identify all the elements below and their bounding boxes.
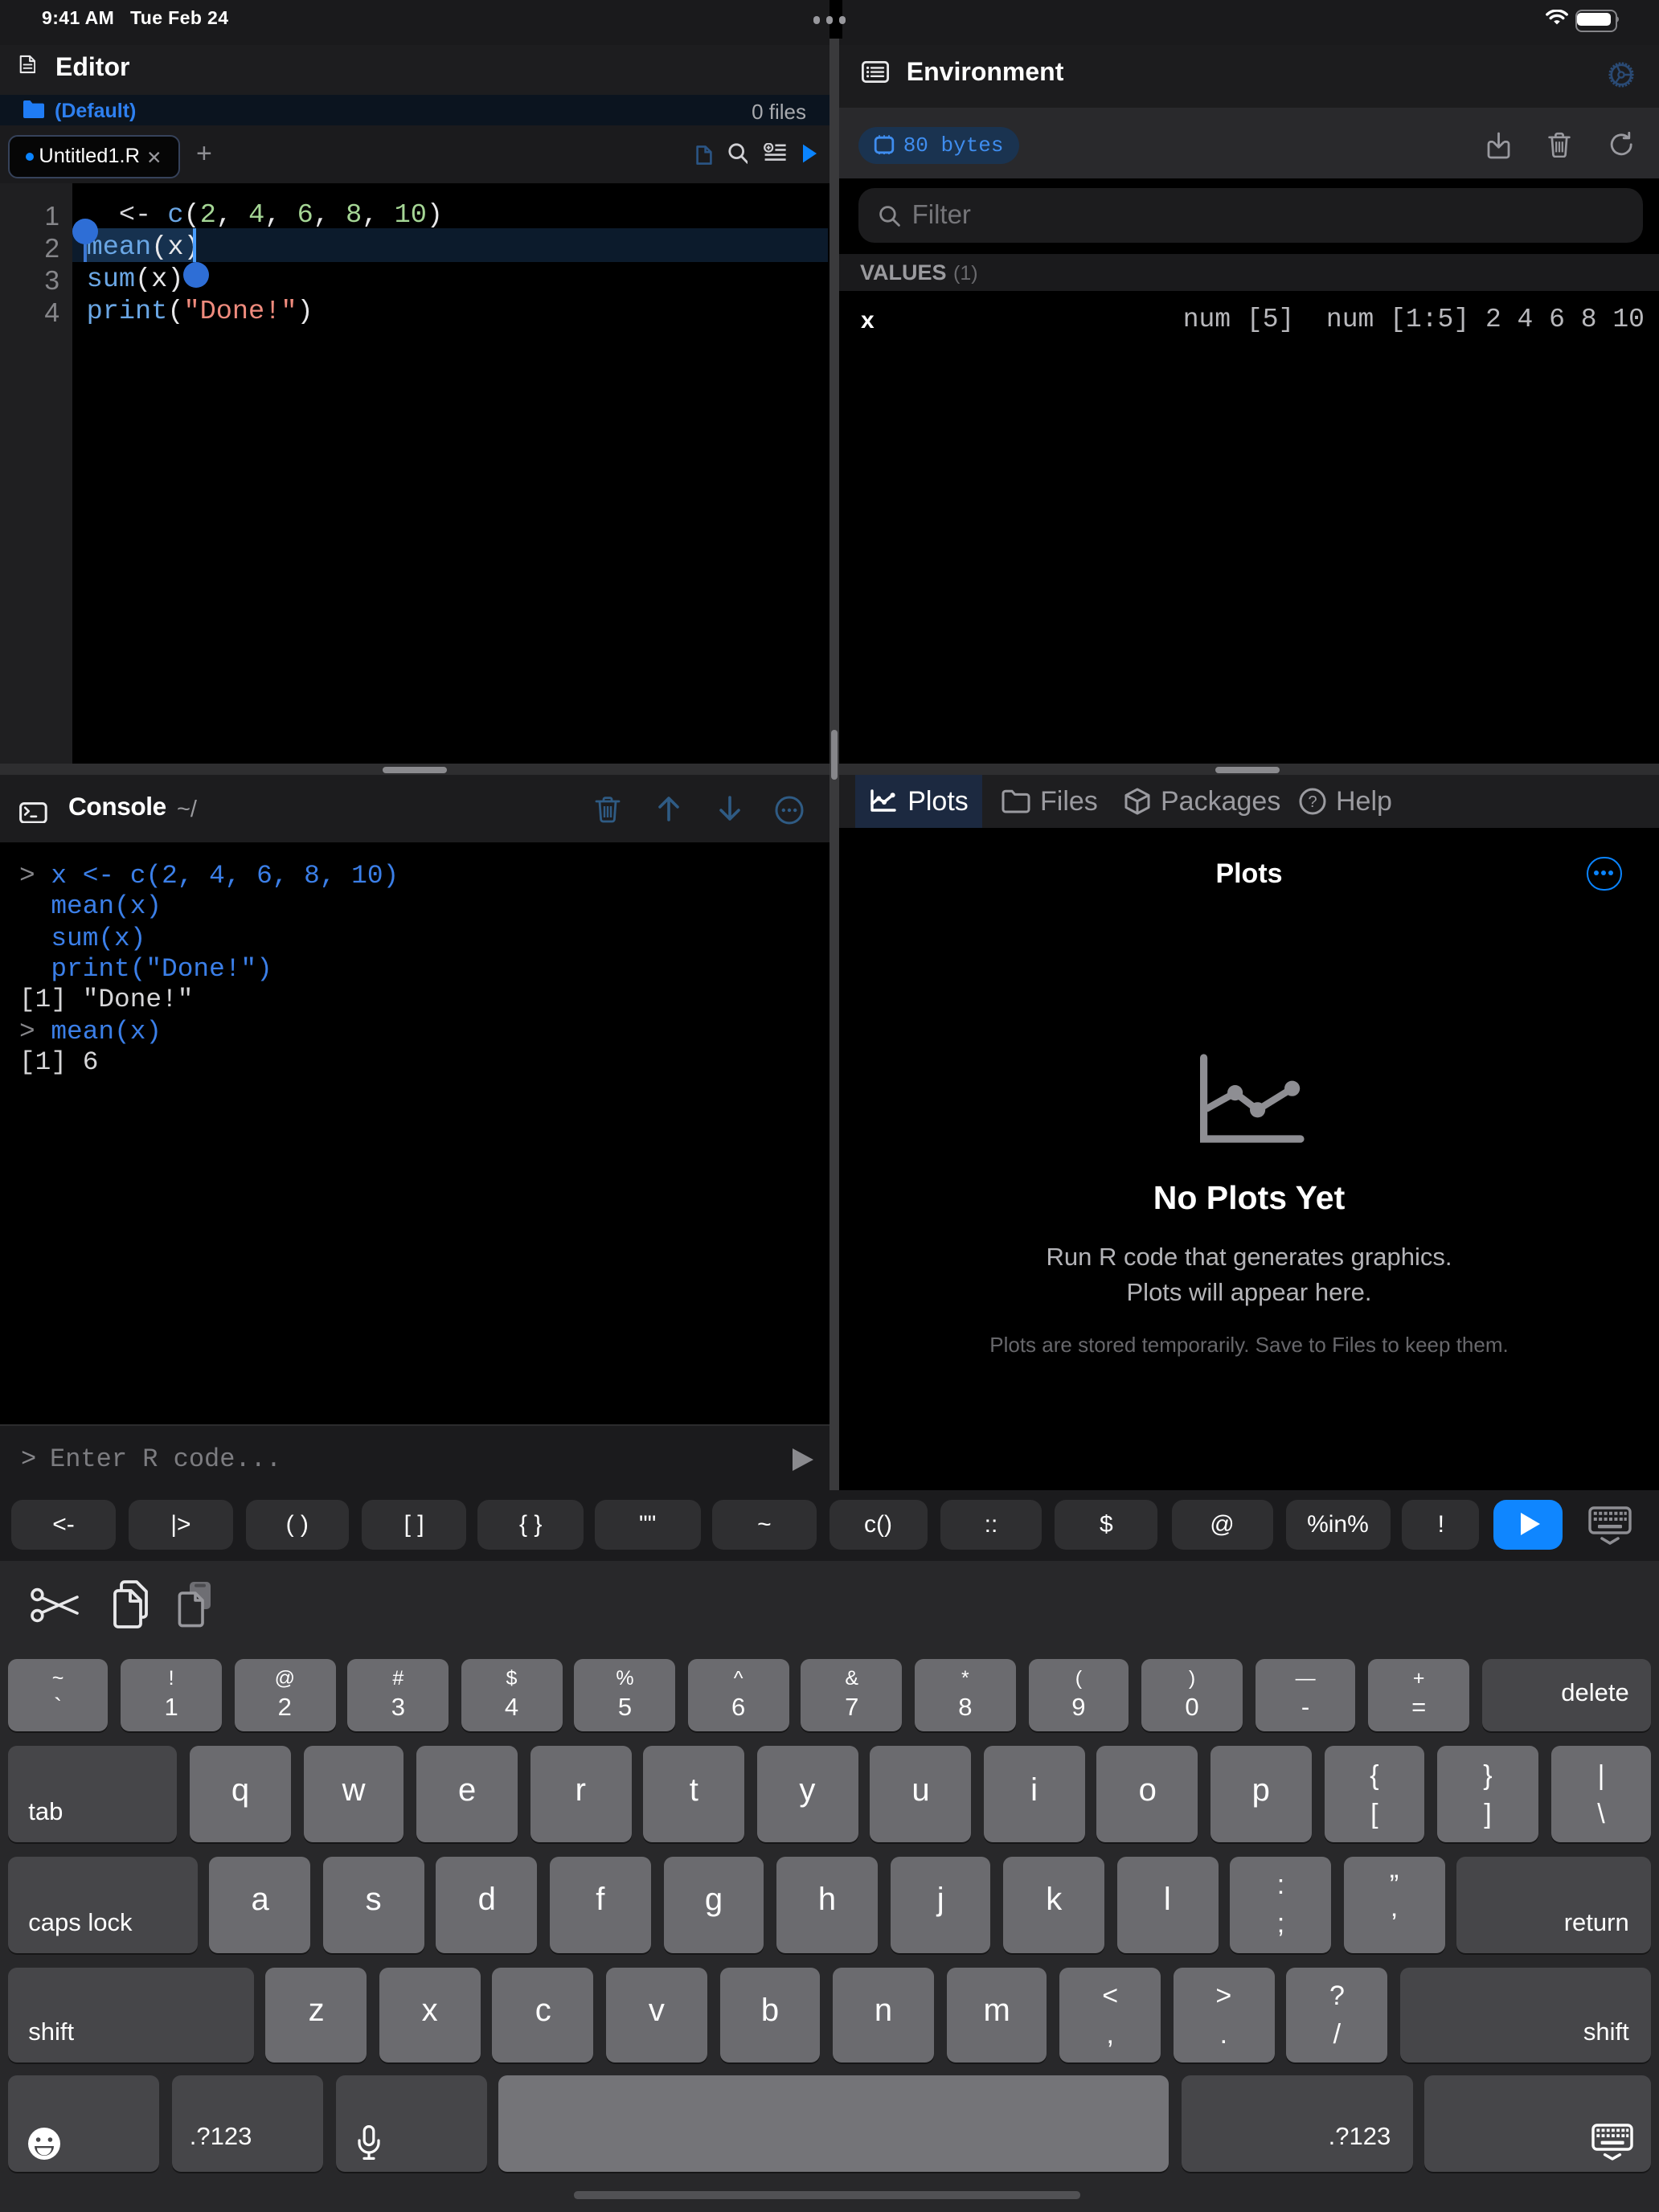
svg-text:?: ? [1308,793,1317,811]
